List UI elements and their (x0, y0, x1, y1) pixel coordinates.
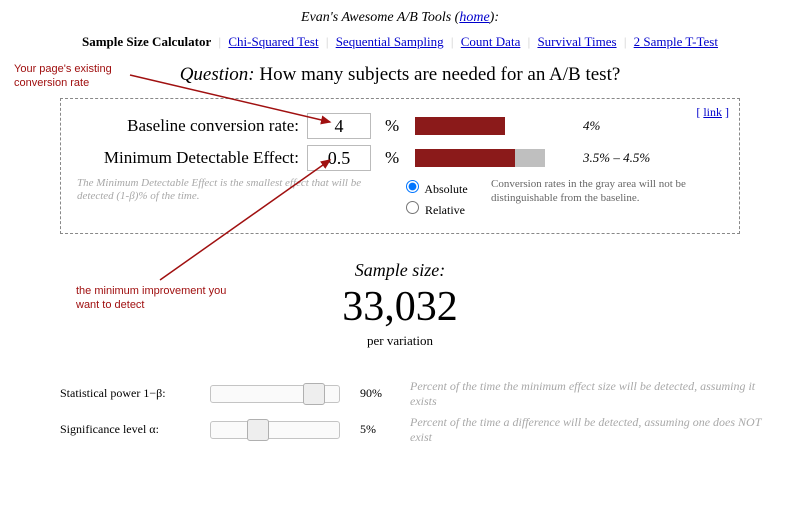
alpha-label: Significance level α: (60, 422, 210, 437)
mde-input[interactable] (307, 145, 371, 171)
result-value: 33,032 (20, 283, 780, 331)
helper-row: The Minimum Detectable Effect is the sma… (77, 177, 723, 219)
input-panel: [ link ] Baseline conversion rate: % 4% … (60, 98, 740, 234)
result-block: Sample size: 33,032 per variation (20, 260, 780, 349)
mde-help-text: The Minimum Detectable Effect is the sma… (77, 177, 377, 203)
question-heading: Question: How many subjects are needed f… (20, 64, 780, 86)
site-header: Evan's Awesome A/B Tools (home): (20, 10, 780, 26)
site-title: Evan's Awesome A/B Tools (301, 10, 451, 25)
percent-sign: % (385, 116, 399, 136)
question-text: How many subjects are needed for an A/B … (259, 64, 620, 85)
alpha-desc: Percent of the time a difference will be… (410, 415, 780, 445)
nav-chi-squared[interactable]: Chi-Squared Test (228, 34, 318, 49)
mde-label: Minimum Detectable Effect: (77, 148, 307, 168)
power-desc: Percent of the time the minimum effect s… (410, 379, 780, 409)
baseline-bar (415, 117, 565, 135)
baseline-bar-label: 4% (583, 118, 600, 134)
permalink: [ link ] (696, 105, 729, 120)
nav-current: Sample Size Calculator (82, 34, 211, 49)
baseline-label: Baseline conversion rate: (77, 116, 307, 136)
baseline-input[interactable] (307, 113, 371, 139)
mde-bar-label: 3.5% – 4.5% (583, 150, 650, 166)
tool-nav: Sample Size Calculator | Chi-Squared Tes… (20, 34, 780, 50)
absolute-radio[interactable] (406, 180, 419, 193)
result-per-variation: per variation (20, 333, 780, 349)
alpha-slider[interactable] (210, 421, 340, 439)
effect-type-radios: Absolute Relative (401, 177, 491, 219)
nav-count-data[interactable]: Count Data (461, 34, 521, 49)
nav-2-sample-t-test[interactable]: 2 Sample T-Test (634, 34, 718, 49)
alpha-row: Significance level α: 5% Percent of the … (60, 415, 780, 445)
power-slider[interactable] (210, 385, 340, 403)
alpha-value: 5% (360, 422, 410, 437)
power-row: Statistical power 1−β: 90% Percent of th… (60, 379, 780, 409)
baseline-row: Baseline conversion rate: % 4% (77, 113, 723, 139)
power-label: Statistical power 1−β: (60, 386, 210, 401)
percent-sign: % (385, 148, 399, 168)
mde-row: Minimum Detectable Effect: % 3.5% – 4.5% (77, 145, 723, 171)
home-link[interactable]: home (459, 10, 489, 25)
permalink-link[interactable]: link (703, 105, 722, 119)
result-label: Sample size: (20, 260, 780, 281)
absolute-radio-label[interactable]: Absolute (401, 177, 491, 198)
question-label: Question: (180, 64, 255, 85)
mde-bar (415, 149, 565, 167)
nav-sequential-sampling[interactable]: Sequential Sampling (336, 34, 444, 49)
nav-survival-times[interactable]: Survival Times (537, 34, 616, 49)
relative-radio-label[interactable]: Relative (401, 198, 491, 219)
power-value: 90% (360, 386, 410, 401)
gray-area-note: Conversion rates in the gray area will n… (491, 177, 723, 206)
relative-radio[interactable] (406, 201, 419, 214)
